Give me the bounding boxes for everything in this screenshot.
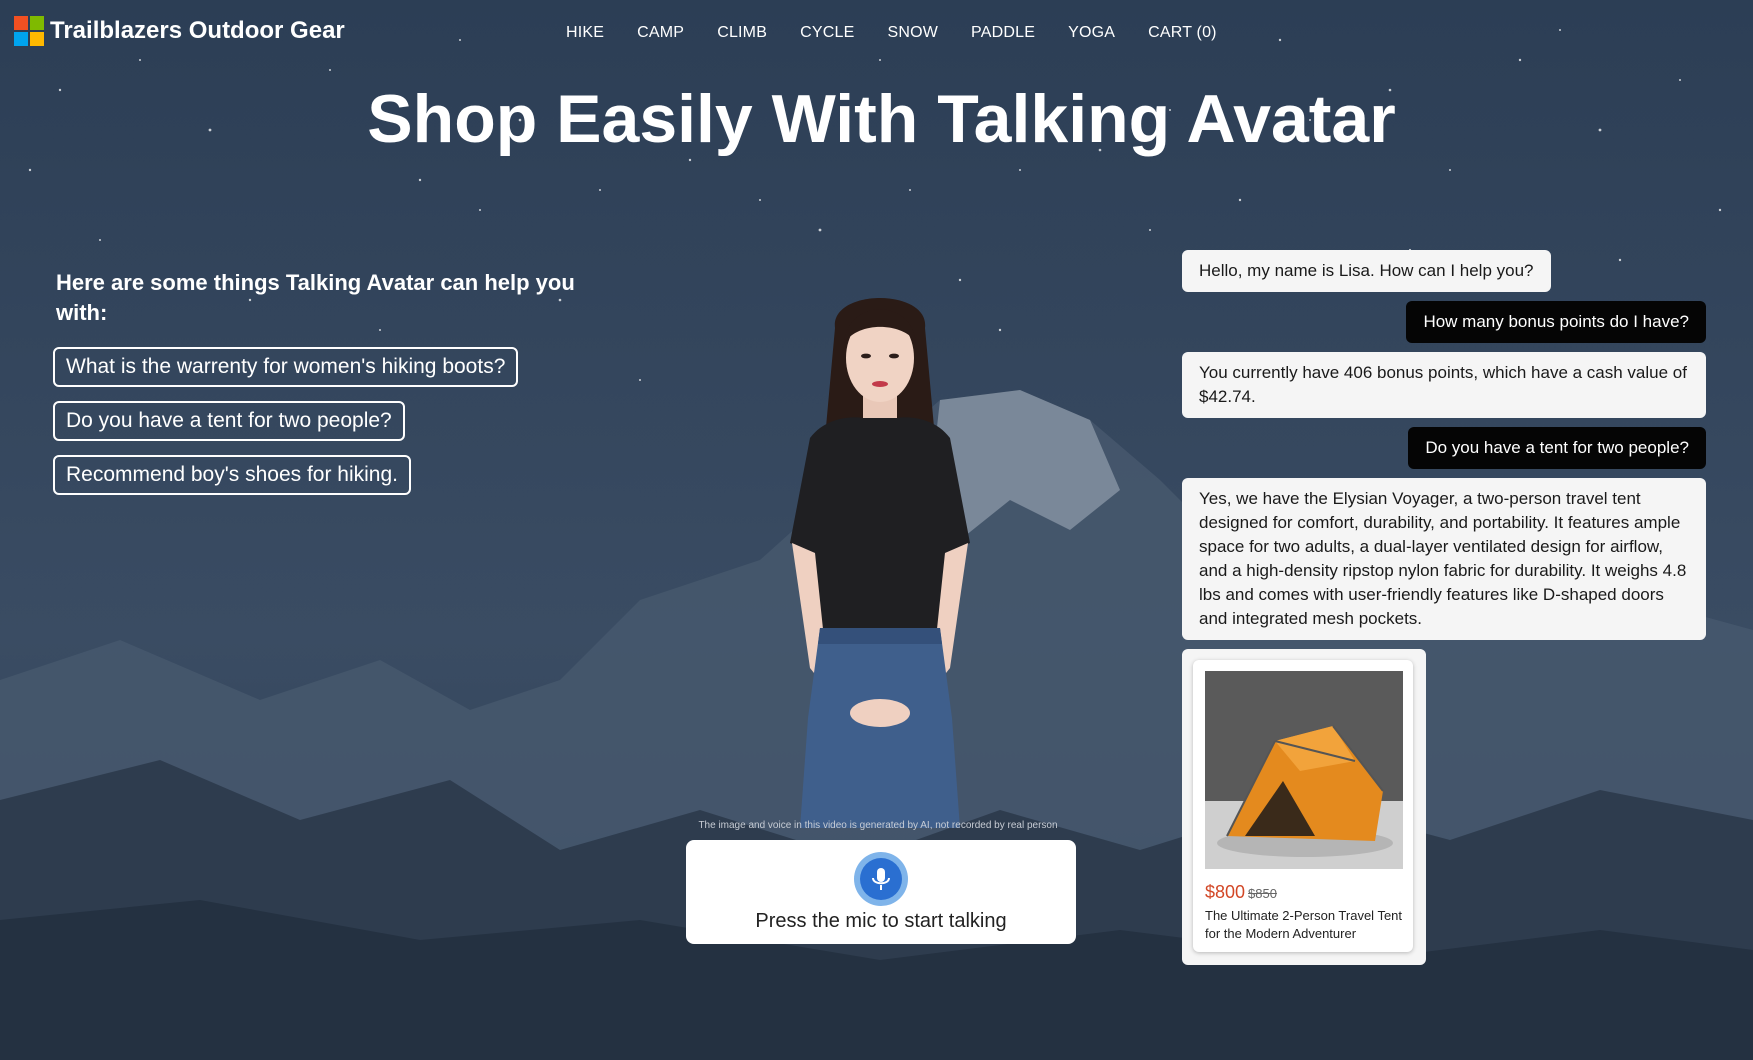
current-price: $800 xyxy=(1205,882,1246,902)
suggestion-button[interactable]: Recommend boy's shoes for hiking. xyxy=(53,455,412,495)
tent-image xyxy=(1205,671,1403,869)
suggestion-button[interactable]: Do you have a tent for two people? xyxy=(53,401,405,441)
nav-cycle[interactable]: CYCLE xyxy=(800,24,854,42)
nav-yoga[interactable]: YOGA xyxy=(1068,24,1115,42)
nav-snow[interactable]: SNOW xyxy=(887,24,938,42)
suggestion-list: What is the warrenty for women's hiking … xyxy=(53,347,519,509)
nav-camp[interactable]: CAMP xyxy=(637,24,684,42)
product-message: $800 $850 The Ultimate 2-Person Travel Te… xyxy=(1182,649,1426,965)
chat-row: Hello, my name is Lisa. How can I help y… xyxy=(1182,250,1706,301)
help-heading: Here are some things Talking Avatar can … xyxy=(56,270,575,325)
original-price: $850 xyxy=(1248,886,1277,901)
page-title: Shop Easily With Talking Avatar xyxy=(367,81,1396,157)
avatar-video xyxy=(790,298,970,828)
mic-label: Press the mic to start talking xyxy=(755,910,1007,932)
chat-row: You currently have 406 bonus points, whi… xyxy=(1182,352,1706,427)
brand[interactable]: Trailblazers Outdoor Gear xyxy=(14,16,345,46)
product-name: The Ultimate 2-Person Travel Tent for th… xyxy=(1205,908,1403,941)
chat-row: How many bonus points do I have? xyxy=(1182,301,1706,352)
product-card[interactable]: $800 $850 The Ultimate 2-Person Travel Te… xyxy=(1193,660,1413,952)
mic-panel: Press the mic to start talking xyxy=(686,840,1076,944)
main-nav: HIKE CAMP CLIMB CYCLE SNOW PADDLE YOGA C… xyxy=(566,24,1250,42)
nav-cart[interactable]: CART (0) xyxy=(1148,24,1217,42)
chat-row: Do you have a tent for two people? xyxy=(1182,427,1706,478)
bot-message: You currently have 406 bonus points, whi… xyxy=(1182,352,1706,418)
mic-button-inner xyxy=(860,858,902,900)
nav-paddle[interactable]: PADDLE xyxy=(971,24,1035,42)
brand-name: Trailblazers Outdoor Gear xyxy=(50,17,345,44)
suggestion-button[interactable]: What is the warrenty for women's hiking … xyxy=(53,347,519,387)
bot-message: Hello, my name is Lisa. How can I help y… xyxy=(1182,250,1551,292)
nav-hike[interactable]: HIKE xyxy=(566,24,604,42)
ai-disclaimer: The image and voice in this video is gen… xyxy=(698,820,1058,831)
user-message: Do you have a tent for two people? xyxy=(1408,427,1706,469)
chat-panel: Hello, my name is Lisa. How can I help y… xyxy=(1182,250,1706,965)
microphone-icon xyxy=(872,868,890,890)
mic-button[interactable] xyxy=(854,852,908,906)
brand-logo-icon xyxy=(14,16,44,46)
user-message: How many bonus points do I have? xyxy=(1406,301,1706,343)
nav-climb[interactable]: CLIMB xyxy=(717,24,767,42)
top-header: Trailblazers Outdoor Gear HIKE CAMP CLIM… xyxy=(0,0,1753,70)
product-price: $800 $850 xyxy=(1205,882,1277,903)
chat-row: Yes, we have the Elysian Voyager, a two-… xyxy=(1182,478,1706,649)
bot-message: Yes, we have the Elysian Voyager, a two-… xyxy=(1182,478,1706,640)
